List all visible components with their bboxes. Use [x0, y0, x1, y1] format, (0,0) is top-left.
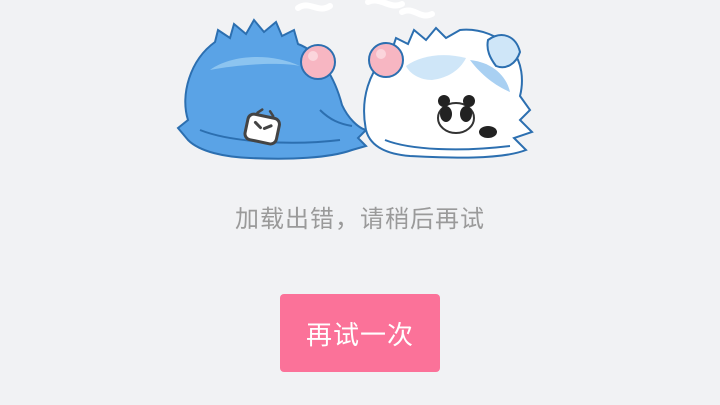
retry-button[interactable]: 再试一次 [280, 294, 440, 372]
error-page: 加载出错，请稍后再试 再试一次 [0, 0, 720, 405]
blue-mascot-left-icon [176, 18, 368, 160]
steam-wisps-icon [295, 0, 435, 19]
sleeping-mascots-illustration [176, 0, 534, 160]
white-mascot-right-icon [363, 26, 534, 159]
error-message: 加载出错，请稍后再试 [235, 205, 485, 233]
